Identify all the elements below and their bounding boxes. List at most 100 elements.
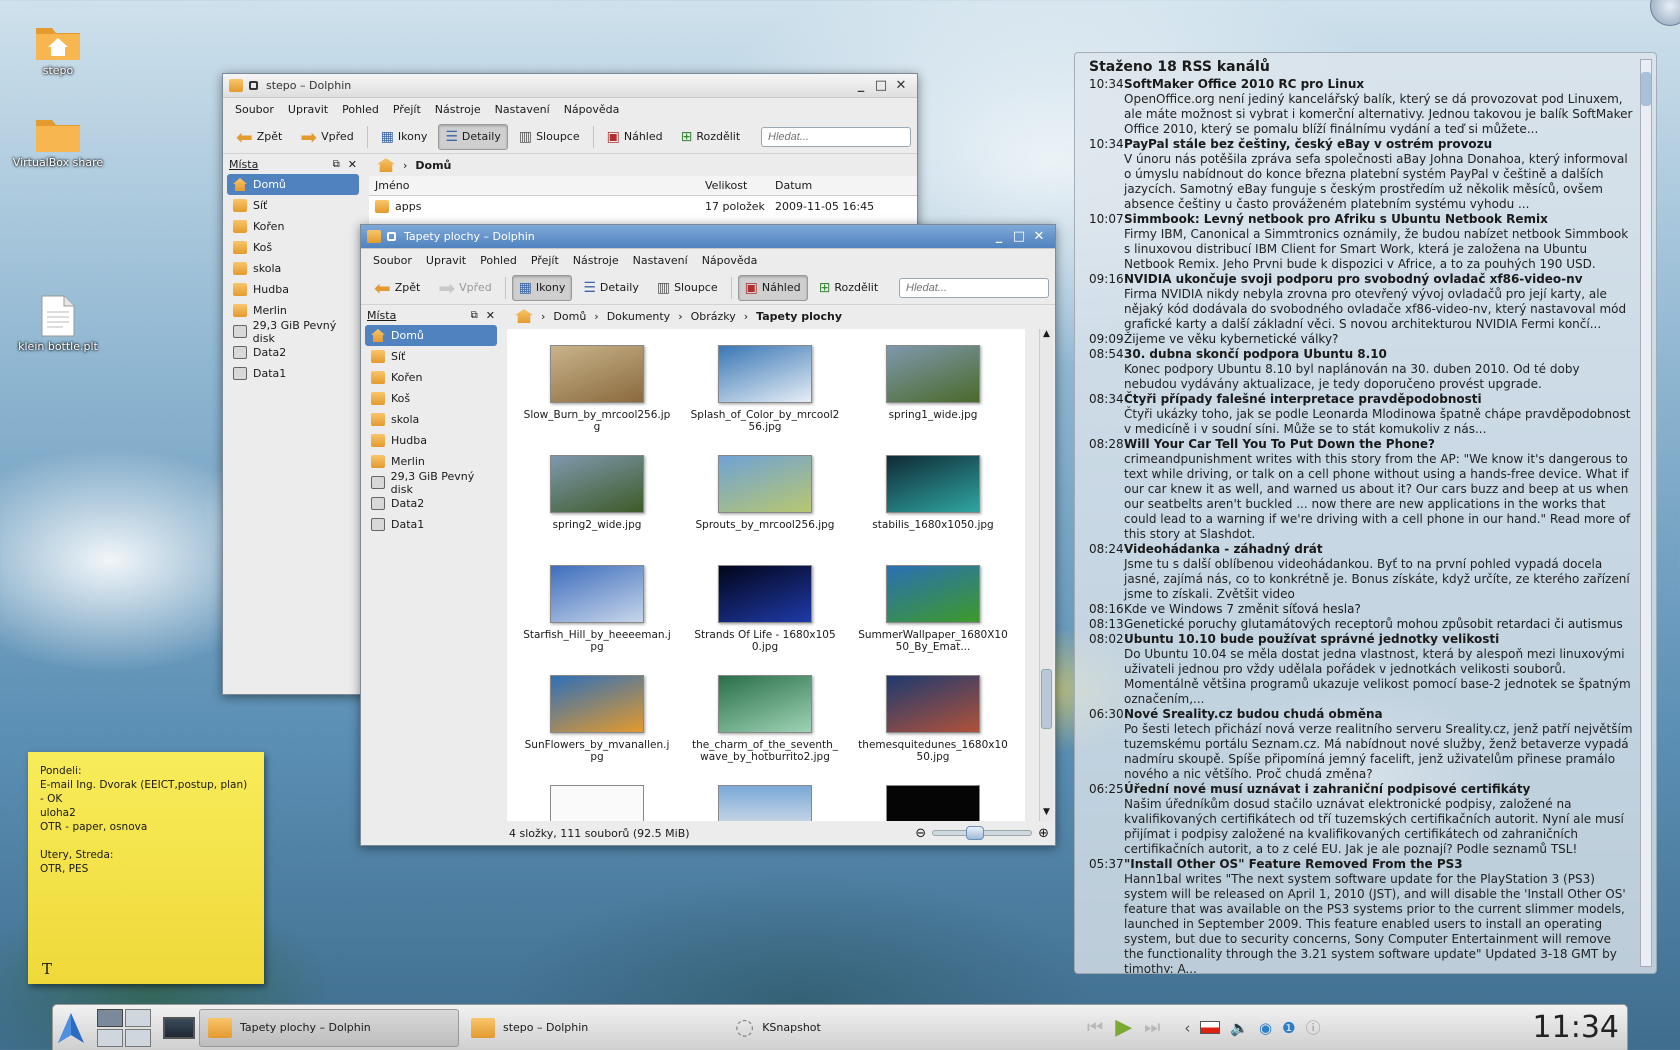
rss-item-headline[interactable]: Will Your Car Tell You To Put Down the P… <box>1124 437 1435 451</box>
place-item-harddisk[interactable]: 29,3 GiB Pevný disk <box>227 319 359 345</box>
pager-desktop-3[interactable] <box>97 1028 123 1047</box>
rss-item[interactable]: 08:24Videohádanka - záhadný drát Jsme tu … <box>1075 542 1656 602</box>
rss-item[interactable]: 08:34Čtyři případy falešné interpretace … <box>1075 392 1656 437</box>
rss-item-headline[interactable]: Simmbook: Levný netbook pro Afriku s Ubu… <box>1124 212 1548 226</box>
rss-item[interactable]: 08:5430. dubna skončí podpora Ubuntu 8.1… <box>1075 347 1656 392</box>
rss-item[interactable]: 09:16NVIDIA ukončuje svoji podporu pro s… <box>1075 272 1656 332</box>
back-button[interactable]: ⬅ Zpět <box>229 124 289 150</box>
place-item-data1[interactable]: Data1 <box>227 363 359 384</box>
rss-item[interactable]: 10:07Simmbook: Levný netbook pro Afriku … <box>1075 212 1656 272</box>
place-item-data2[interactable]: Data2 <box>227 342 359 363</box>
menu-napoveda[interactable]: Nápověda <box>702 254 758 267</box>
menu-prejit[interactable]: Přejít <box>531 254 559 267</box>
search-input[interactable] <box>899 277 1049 298</box>
zoom-slider[interactable] <box>932 826 1033 840</box>
volume-icon[interactable]: 🔈 <box>1230 1019 1249 1037</box>
file-item[interactable]: SummerWallpaper_1680X1050_By_Emat... <box>849 565 1017 675</box>
breadcrumb-item-home[interactable]: Domů <box>415 159 451 172</box>
menu-soubor[interactable]: Soubor <box>373 254 412 267</box>
table-row[interactable]: apps 17 položek 2009-11-05 16:45 <box>369 196 917 216</box>
file-item[interactable]: themesquitedunes_1680x1050.jpg <box>849 675 1017 785</box>
rss-item-headline[interactable]: Ubuntu 10.10 bude používat správné jedno… <box>1124 632 1499 646</box>
window-titlebar[interactable]: stepo – Dolphin _ □ ✕ <box>223 74 917 98</box>
tray-expand-icon[interactable]: ‹ <box>1184 1019 1190 1037</box>
menu-nastaveni[interactable]: Nastavení <box>495 103 550 116</box>
vertical-scrollbar[interactable]: ▲ ▼ <box>1039 329 1053 821</box>
column-name[interactable]: Jméno <box>375 179 705 192</box>
pager-desktop-4[interactable] <box>125 1028 151 1047</box>
place-item-home[interactable]: Domů <box>365 325 497 346</box>
task-tapety-dolphin[interactable]: Tapety plochy – Dolphin <box>199 1008 459 1047</box>
skype-icon[interactable]: ❶ <box>1282 1019 1295 1037</box>
zoom-in-icon[interactable]: ⊕ <box>1038 826 1049 841</box>
columns-view-button[interactable]: ▥ Sloupce <box>512 124 587 150</box>
place-item-home[interactable]: Domů <box>227 174 359 195</box>
rss-item-headline[interactable]: Kde ve Windows 7 změnit síťová hesla? <box>1124 602 1361 616</box>
icons-view-button[interactable]: ▦ Ikony <box>511 274 573 301</box>
previous-track-icon[interactable]: ⏮ <box>1087 1017 1103 1038</box>
scroll-down-arrow[interactable]: ▼ <box>1040 807 1053 821</box>
column-size[interactable]: Velikost <box>705 179 775 192</box>
close-button[interactable]: ✕ <box>1029 229 1049 244</box>
file-item[interactable]: the_charm_of_the_seventh_wave_by_hotburr… <box>681 675 849 785</box>
sticky-note[interactable]: Pondeli: E-mail Ing. Dvorak (EEICT,postu… <box>28 752 264 984</box>
home-icon[interactable] <box>515 309 533 323</box>
network-icon[interactable]: ◉ <box>1259 1019 1272 1037</box>
rss-item[interactable]: 08:16Kde ve Windows 7 změnit síťová hesl… <box>1075 602 1656 617</box>
place-item-harddisk[interactable]: 29,3 GiB Pevný disk <box>365 470 497 496</box>
rss-item-headline[interactable]: Nové Sreality.cz budou chudá obměna <box>1124 707 1383 721</box>
rss-item[interactable]: 10:34PayPal stále bez češtiny, český eBa… <box>1075 137 1656 212</box>
forward-button[interactable]: ➡ Vpřed <box>431 275 498 301</box>
rss-item-headline[interactable]: Genetické poruchy glutamátových receptor… <box>1124 617 1623 631</box>
file-item[interactable]: spring2_wide.jpg <box>513 455 681 565</box>
file-item[interactable]: Strands Of Life - 1680x1050.jpg <box>681 565 849 675</box>
file-item[interactable] <box>681 785 849 821</box>
breadcrumb-item-dokumenty[interactable]: Dokumenty <box>607 310 670 323</box>
rss-item-headline[interactable]: NVIDIA ukončuje svoji podporu pro svobod… <box>1124 272 1583 286</box>
zoom-out-icon[interactable]: ⊖ <box>915 826 926 841</box>
rss-item-headline[interactable]: Videohádanka - záhadný drát <box>1124 542 1323 556</box>
detach-icon[interactable]: ⧉ <box>333 159 340 170</box>
details-view-button[interactable]: ☰ Detaily <box>576 275 645 301</box>
preview-button[interactable]: ▣ Náhled <box>600 124 670 150</box>
file-item[interactable]: spring1_wide.jpg <box>849 345 1017 455</box>
file-item[interactable] <box>513 785 681 821</box>
rss-item[interactable]: 06:30Nové Sreality.cz budou chudá obměna… <box>1075 707 1656 782</box>
rss-widget[interactable]: Staženo 18 RSS kanálů 10:34SoftMaker Off… <box>1074 52 1657 974</box>
rss-item[interactable]: 08:13Genetické poruchy glutamátových rec… <box>1075 617 1656 632</box>
place-item-data2[interactable]: Data2 <box>365 493 497 514</box>
show-desktop-button[interactable] <box>159 1010 199 1046</box>
pin-icon[interactable] <box>387 232 396 241</box>
task-stepo-dolphin[interactable]: stepo – Dolphin <box>463 1009 723 1047</box>
rss-item-headline[interactable]: Úřední nové musí uznávat i zahraniční po… <box>1124 782 1530 796</box>
back-button[interactable]: ⬅ Zpět <box>367 275 427 301</box>
place-item-network[interactable]: Síť <box>365 346 497 367</box>
text-format-icon[interactable]: T <box>42 962 52 977</box>
task-ksnapshot[interactable]: ◌ KSnapshot <box>727 1009 927 1047</box>
scroll-up-arrow[interactable]: ▲ <box>1040 329 1053 343</box>
details-view-button[interactable]: ☰ Detaily <box>438 123 508 150</box>
forward-button[interactable]: ➡ Vpřed <box>293 124 360 150</box>
place-item-root[interactable]: Kořen <box>365 367 497 388</box>
search-input[interactable] <box>761 126 911 147</box>
pager-desktop-2[interactable] <box>125 1008 151 1027</box>
file-item[interactable]: SunFlowers_by_mvanallen.jpg <box>513 675 681 785</box>
home-icon[interactable] <box>377 158 395 172</box>
minimize-button[interactable]: _ <box>989 229 1009 244</box>
menu-nastaveni[interactable]: Nastavení <box>633 254 688 267</box>
info-icon[interactable]: ⓘ <box>1306 1017 1321 1038</box>
place-item-hudba[interactable]: Hudba <box>227 279 359 300</box>
place-item-hudba[interactable]: Hudba <box>365 430 497 451</box>
desktop-icon-klein-bottle[interactable]: klein bottle.plt <box>12 294 104 353</box>
breadcrumb-item-home[interactable]: Domů <box>553 310 586 323</box>
minimize-button[interactable]: _ <box>851 78 871 93</box>
menu-pohled[interactable]: Pohled <box>342 103 379 116</box>
rss-item[interactable]: 05:37"Install Other OS" Feature Removed … <box>1075 857 1656 973</box>
file-item[interactable]: Sprouts_by_mrcool256.jpg <box>681 455 849 565</box>
scrollbar-thumb[interactable] <box>1041 669 1052 729</box>
dolphin-window-tapety[interactable]: Tapety plochy – Dolphin _ □ ✕ Soubor Upr… <box>360 224 1056 846</box>
scrollbar-thumb[interactable] <box>1641 72 1651 106</box>
icons-view-button[interactable]: ▦ Ikony <box>374 124 435 150</box>
menu-upravit[interactable]: Upravit <box>288 103 328 116</box>
desktop-toolbox-icon[interactable] <box>1650 0 1680 26</box>
